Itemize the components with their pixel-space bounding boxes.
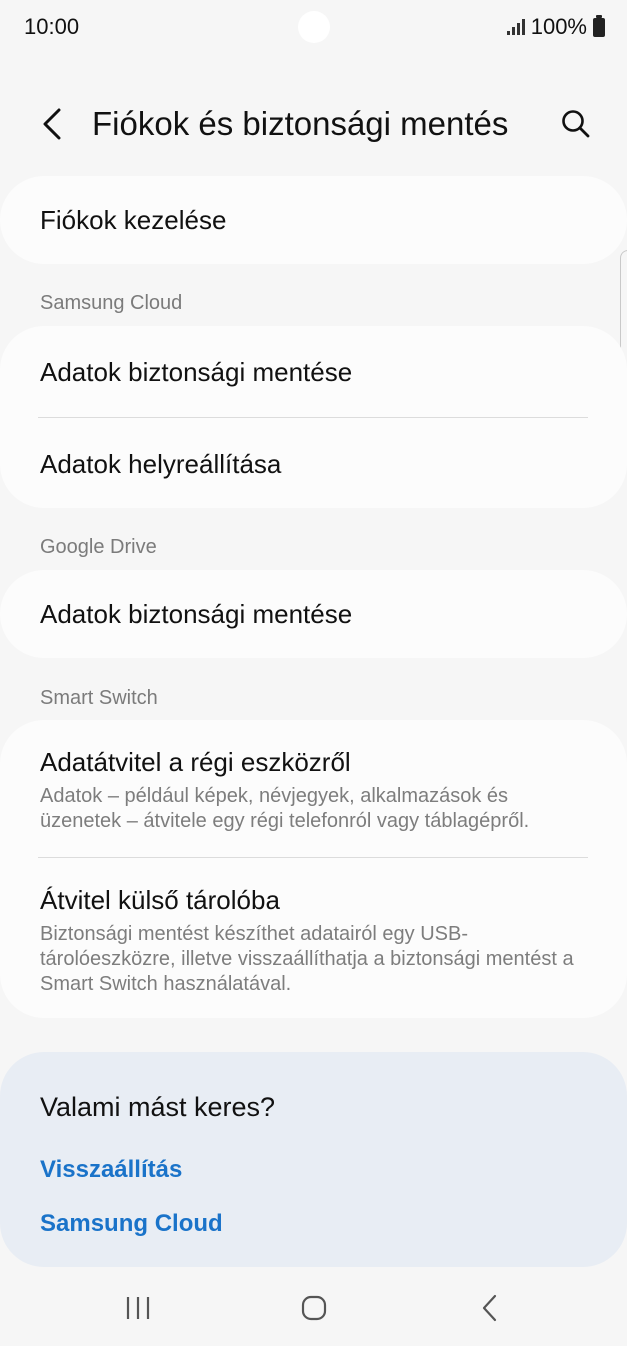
status-indicators: 100% bbox=[506, 14, 605, 40]
samsung-cloud-card: Adatok biztonsági mentése Adatok helyreá… bbox=[0, 326, 627, 508]
signal-icon bbox=[506, 19, 525, 35]
samsung-cloud-backup-item[interactable]: Adatok biztonsági mentése bbox=[40, 356, 587, 388]
home-icon bbox=[301, 1295, 327, 1321]
divider bbox=[38, 857, 588, 858]
home-button[interactable] bbox=[284, 1288, 344, 1328]
recents-button[interactable] bbox=[108, 1288, 168, 1328]
recents-icon bbox=[126, 1297, 150, 1319]
status-time: 10:00 bbox=[24, 14, 80, 39]
suggestions-card: Valami mást keres? Visszaállítás Samsung… bbox=[0, 1052, 627, 1267]
google-drive-card: Adatok biztonsági mentése bbox=[0, 570, 627, 658]
back-arrow-icon bbox=[43, 108, 61, 140]
manage-accounts-item[interactable]: Fiókok kezelése bbox=[40, 204, 587, 236]
camera-cutout bbox=[298, 11, 330, 43]
samsung-cloud-backup-label: Adatok biztonsági mentése bbox=[40, 357, 353, 387]
samsung-cloud-restore-label: Adatok helyreállítása bbox=[40, 449, 282, 479]
section-header-smart-switch: Smart Switch bbox=[40, 687, 158, 709]
search-button[interactable] bbox=[556, 102, 596, 146]
nav-back-icon bbox=[482, 1294, 497, 1322]
external-storage-transfer-item[interactable]: Átvitel külső tárolóba Biztonsági mentés… bbox=[40, 884, 587, 997]
search-icon bbox=[562, 110, 590, 138]
section-header-samsung-cloud: Samsung Cloud bbox=[40, 292, 183, 314]
app-header: Fiókok és biztonsági mentés bbox=[0, 90, 627, 160]
transfer-old-device-item[interactable]: Adatátvitel a régi eszközről Adatok – pé… bbox=[40, 746, 587, 834]
link-visszaallitas[interactable]: Visszaállítás bbox=[40, 1156, 182, 1184]
transfer-old-device-title: Adatátvitel a régi eszközről bbox=[40, 747, 351, 777]
battery-percentage: 100% bbox=[530, 14, 587, 39]
status-bar: 10:00 100% bbox=[0, 0, 627, 56]
accounts-card: Fiókok kezelése bbox=[0, 176, 627, 264]
samsung-cloud-restore-item[interactable]: Adatok helyreállítása bbox=[40, 448, 587, 480]
divider bbox=[38, 417, 588, 418]
smart-switch-card: Adatátvitel a régi eszközről Adatok – pé… bbox=[0, 720, 627, 1018]
suggestions-title: Valami mást keres? bbox=[40, 1092, 276, 1122]
google-drive-backup-label: Adatok biztonsági mentése bbox=[40, 599, 353, 629]
battery-icon bbox=[593, 14, 605, 37]
google-drive-backup-item[interactable]: Adatok biztonsági mentése bbox=[40, 598, 587, 630]
nav-back-button[interactable] bbox=[460, 1288, 520, 1328]
manage-accounts-label: Fiókok kezelése bbox=[40, 205, 227, 235]
link-samsung-cloud[interactable]: Samsung Cloud bbox=[40, 1210, 223, 1238]
back-button[interactable] bbox=[32, 102, 72, 146]
navigation-bar bbox=[0, 1270, 627, 1346]
section-header-google-drive: Google Drive bbox=[40, 536, 157, 558]
page-title: Fiókok és biztonsági mentés bbox=[92, 105, 509, 142]
external-storage-transfer-title: Átvitel külső tárolóba bbox=[40, 885, 280, 915]
external-storage-transfer-description: Biztonsági mentést készíthet adatairól e… bbox=[40, 923, 574, 995]
transfer-old-device-description: Adatok – például képek, névjegyek, alkal… bbox=[40, 785, 530, 832]
